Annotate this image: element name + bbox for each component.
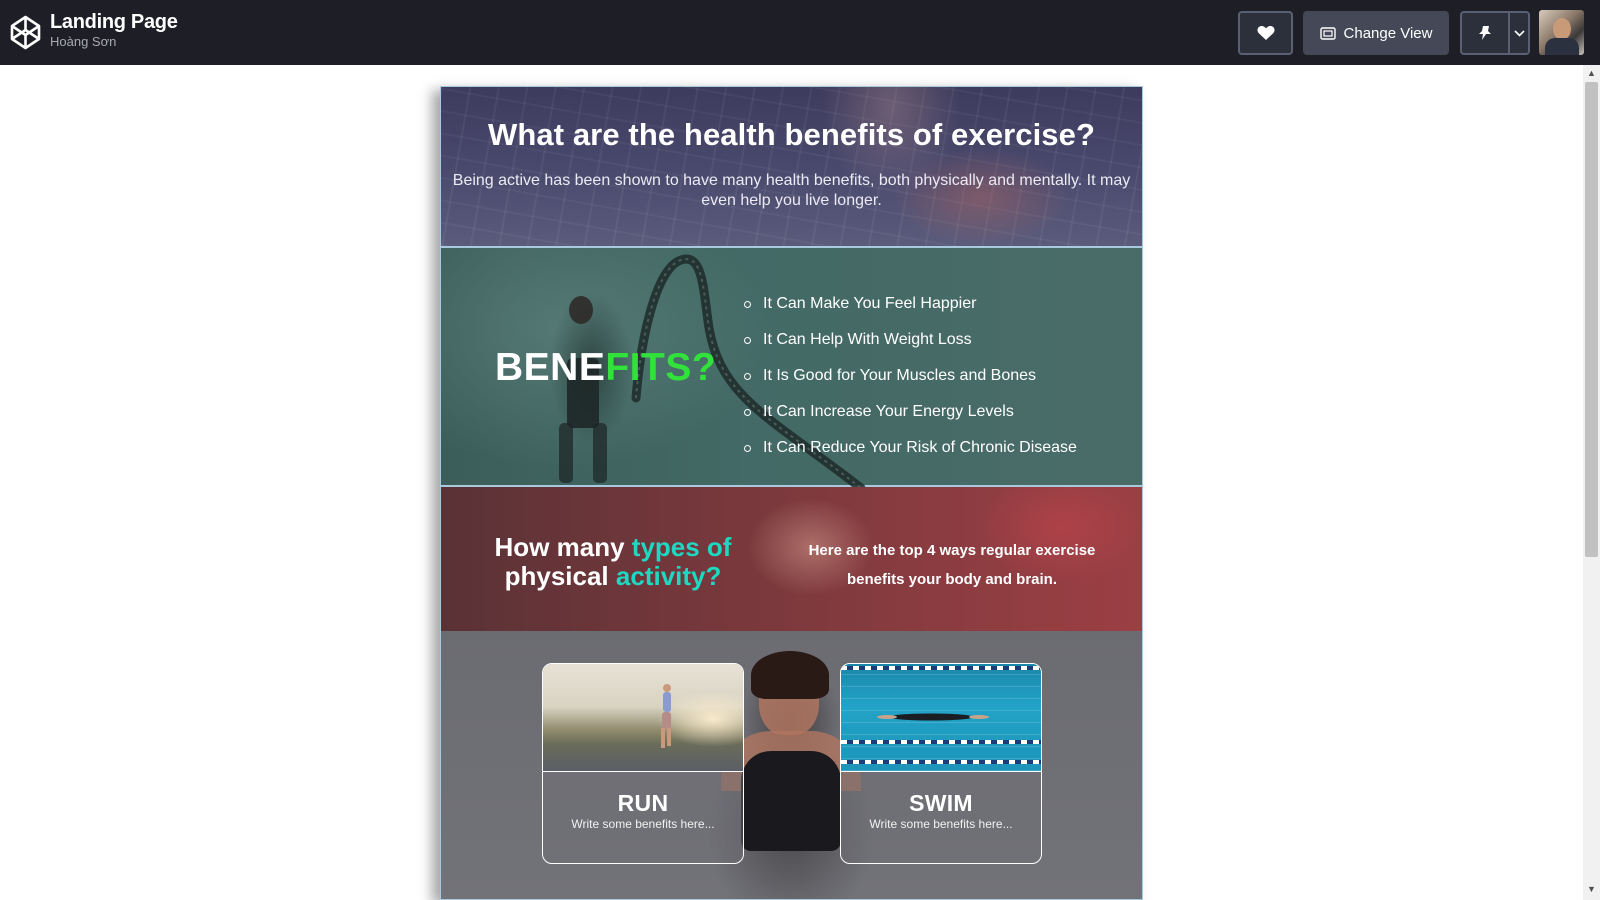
chevron-down-icon (1513, 29, 1525, 37)
benefits-section: BENEFITS? It Can Make You Feel Happier I… (441, 248, 1142, 487)
question-accent: activity? (615, 561, 722, 591)
list-item: It Is Good for Your Muscles and Bones (744, 358, 1077, 394)
heart-icon (1256, 25, 1275, 40)
athlete-background-graphic (751, 651, 829, 699)
benefits-list: It Can Make You Feel Happier It Can Help… (744, 286, 1077, 466)
activity-types-question: How many types of physical activity? (465, 533, 761, 591)
codepen-logo-icon[interactable] (10, 15, 41, 50)
preview-frame: What are the health benefits of exercise… (440, 86, 1143, 900)
scroll-up-arrow-icon[interactable]: ▲ (1587, 68, 1596, 78)
avatar-face (1553, 18, 1571, 40)
run-card[interactable]: RUN Write some benefits here... (542, 663, 744, 864)
list-item: It Can Increase Your Energy Levels (744, 394, 1077, 430)
list-item: It Can Reduce Your Risk of Chronic Disea… (744, 430, 1077, 466)
list-item-text: It Can Help With Weight Loss (763, 331, 972, 348)
circle-bullet-icon (744, 336, 751, 344)
list-item: It Can Make You Feel Happier (744, 286, 1077, 322)
hero-heading: What are the health benefits of exercise… (487, 117, 1096, 152)
swimmer-graphic (877, 713, 989, 721)
question-text: How many (494, 532, 632, 562)
circle-bullet-icon (744, 408, 751, 416)
avatar[interactable] (1539, 10, 1584, 55)
pin-button[interactable] (1462, 13, 1508, 53)
change-view-button[interactable]: Change View (1303, 11, 1449, 55)
athlete-background-graphic (741, 751, 841, 851)
top-bar: Landing Page Hoàng Sơn Change View (0, 0, 1600, 65)
lane-rope-graphic (841, 740, 1041, 744)
card-description: Write some benefits here... (869, 817, 1013, 831)
list-item-text: It Is Good for Your Muscles and Bones (763, 367, 1037, 384)
question-accent: types of (631, 532, 732, 562)
swim-card-image (841, 664, 1041, 772)
circle-bullet-icon (744, 444, 751, 452)
list-item: It Can Help With Weight Loss (744, 322, 1077, 358)
hero-text: Being active has been shown to have many… (452, 172, 1131, 209)
activity-types-section: How many types of physical activity? Her… (441, 487, 1142, 631)
pen-title-block: Landing Page Hoàng Sơn (50, 10, 178, 50)
benefits-heading-accent: FITS? (605, 346, 717, 389)
card-title: SWIM (909, 790, 973, 816)
activity-types-answer: Here are the top 4 ways regular exercise… (808, 542, 1096, 588)
runner-graphic (661, 684, 671, 748)
pen-title[interactable]: Landing Page (50, 10, 178, 34)
lane-rope-graphic (841, 666, 1041, 670)
scrollbar-thumb[interactable] (1585, 82, 1598, 557)
benefits-heading-white: BENE (495, 346, 606, 389)
change-view-icon (1319, 26, 1336, 40)
lane-rope-graphic (841, 760, 1041, 764)
pen-author[interactable]: Hoàng Sơn (50, 34, 178, 50)
circle-bullet-icon (744, 372, 751, 380)
run-card-image (543, 664, 743, 772)
pin-menu-button[interactable] (1510, 13, 1528, 53)
question-text: physical (504, 561, 616, 591)
hero-section: What are the health benefits of exercise… (441, 87, 1142, 248)
change-view-label: Change View (1343, 24, 1433, 42)
avatar-body (1545, 38, 1579, 55)
circle-bullet-icon (744, 300, 751, 308)
card-description: Write some benefits here... (571, 817, 715, 831)
list-item-text: It Can Make You Feel Happier (763, 295, 977, 312)
list-item-text: It Can Increase Your Energy Levels (763, 403, 1014, 420)
benefits-heading: BENEFITS? (495, 346, 716, 390)
card-title: RUN (617, 790, 669, 816)
pin-button-group (1460, 11, 1530, 55)
activity-cards-section: RUN Write some benefits here... SWIM Wri… (441, 631, 1142, 899)
swim-card[interactable]: SWIM Write some benefits here... (840, 663, 1042, 864)
list-item-text: It Can Reduce Your Risk of Chronic Disea… (763, 439, 1077, 456)
love-button[interactable] (1238, 11, 1293, 55)
pin-icon (1479, 26, 1491, 40)
scroll-down-arrow-icon[interactable]: ▼ (1587, 884, 1596, 894)
